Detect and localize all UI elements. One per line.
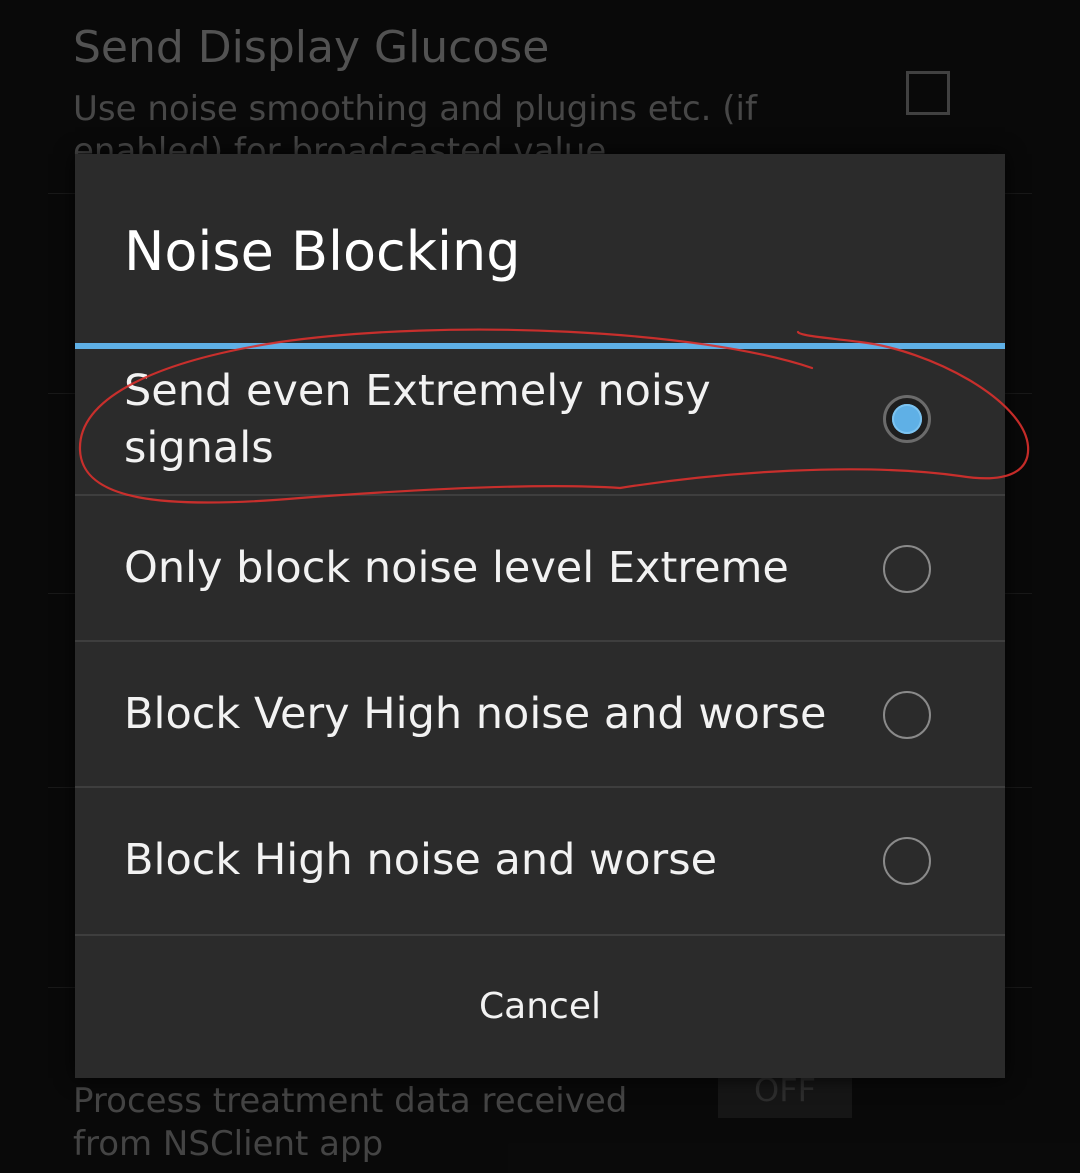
cancel-button[interactable]: Cancel [75,936,1005,1078]
option-label: Block Very High noise and worse [124,689,827,739]
radio-unselected-icon[interactable] [883,691,931,739]
option-label: Only block noise level Extreme [124,543,789,593]
option-block-high[interactable]: Block High noise and worse [75,788,1005,936]
radio-unselected-icon[interactable] [883,837,931,885]
option-send-extremely-noisy[interactable]: Send even Extremely noisy signals [75,349,1005,496]
radio-unselected-icon[interactable] [883,545,931,593]
option-label: Block High noise and worse [124,835,718,885]
radio-dot [892,404,922,434]
option-block-extreme[interactable]: Only block noise level Extreme [75,496,1005,642]
screen: Send Display Glucose Use noise smoothing… [0,0,1080,1173]
option-block-very-high[interactable]: Block Very High noise and worse [75,642,1005,788]
noise-blocking-dialog: Noise Blocking Send even Extremely noisy… [75,154,1005,1078]
dialog-title: Noise Blocking [124,220,521,283]
radio-selected-icon[interactable] [883,395,931,443]
option-label: Send even Extremely noisy signals [124,366,711,473]
